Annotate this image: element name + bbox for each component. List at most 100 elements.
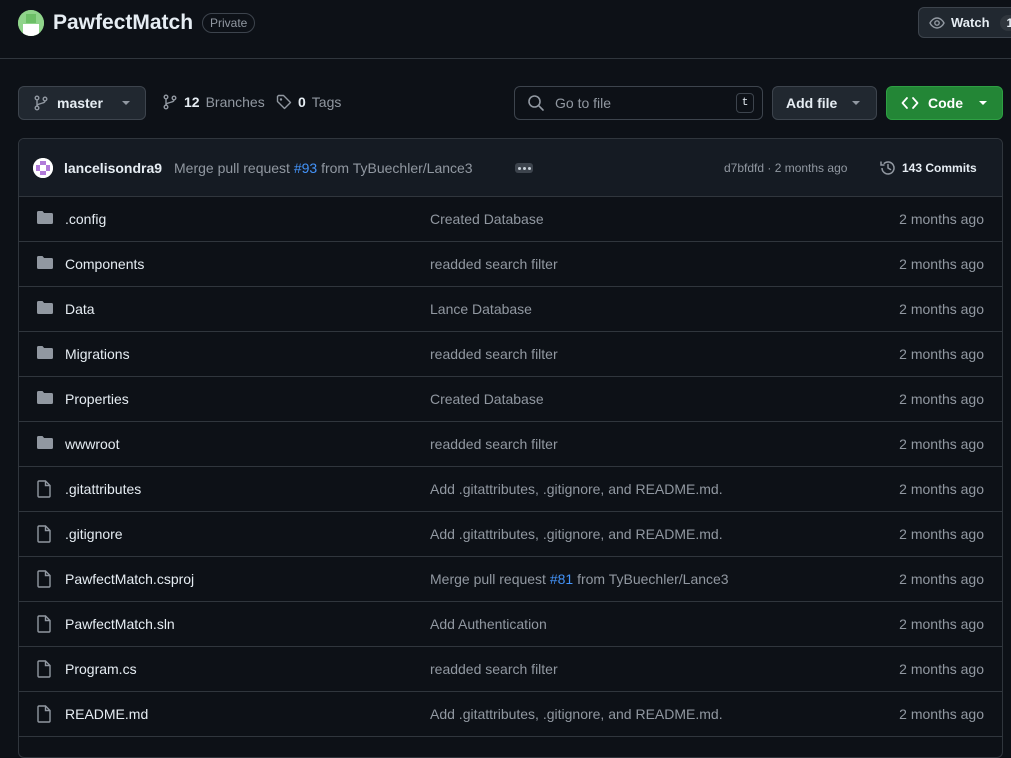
- file-name-link[interactable]: .gitattributes: [65, 481, 141, 497]
- file-name-link[interactable]: PawfectMatch.sln: [65, 616, 175, 632]
- watch-button[interactable]: Watch 1: [918, 7, 1011, 38]
- file-icon: [36, 570, 52, 588]
- chevron-down-icon: [121, 98, 131, 108]
- tag-icon: [276, 94, 292, 110]
- commit-message-suffix: from TyBuechler/Lance3: [321, 160, 473, 176]
- commit-message-text: Add .gitattributes, .gitignore, and READ…: [430, 481, 723, 497]
- file-icon: [36, 525, 52, 543]
- file-name-link[interactable]: Data: [65, 301, 95, 317]
- file-commit-time: 2 months ago: [899, 526, 984, 542]
- file-commit-time: 2 months ago: [899, 616, 984, 632]
- file-name-link[interactable]: .gitignore: [65, 526, 123, 542]
- commits-count-label: 143 Commits: [902, 161, 977, 175]
- commit-message-text: Created Database: [430, 391, 544, 407]
- git-branch-icon: [33, 95, 49, 111]
- folder-icon: [36, 255, 54, 271]
- file-commit-time: 2 months ago: [899, 346, 984, 362]
- go-to-file-search[interactable]: t: [514, 86, 763, 120]
- file-commit-message[interactable]: Created Database: [430, 391, 544, 407]
- git-branch-icon: [162, 94, 178, 110]
- commit-message-text: readded search filter: [430, 436, 558, 452]
- file-row[interactable]: Migrations readded search filter 2 months …: [19, 332, 1002, 377]
- file-commit-message[interactable]: Created Database: [430, 211, 544, 227]
- latest-commit-bar: lancelisondra9 Merge pull request #93 fr…: [19, 139, 1002, 197]
- branches-link[interactable]: 12 Branches: [162, 94, 265, 110]
- repo-name[interactable]: PawfectMatch: [53, 11, 193, 35]
- add-file-button[interactable]: Add file: [772, 86, 877, 120]
- file-commit-message[interactable]: readded search filter: [430, 256, 558, 272]
- keyboard-shortcut-hint: t: [736, 93, 754, 113]
- file-row[interactable]: PawfectMatch.sln Add Authentication 2 mont…: [19, 602, 1002, 647]
- branch-name: master: [57, 95, 103, 111]
- file-commit-message[interactable]: readded search filter: [430, 346, 558, 362]
- file-commit-message[interactable]: Add Authentication: [430, 616, 547, 632]
- file-commit-message[interactable]: Add .gitattributes, .gitignore, and READ…: [430, 481, 723, 497]
- file-name-link[interactable]: Program.cs: [65, 661, 137, 677]
- code-icon: [901, 95, 919, 111]
- visibility-badge: Private: [202, 13, 256, 33]
- file-row[interactable]: PawfectMatch.csproj Merge pull request #8…: [19, 557, 1002, 602]
- file-name-link[interactable]: PawfectMatch.csproj: [65, 571, 194, 587]
- commit-author-avatar[interactable]: [33, 158, 53, 178]
- commit-message[interactable]: Merge pull request #93 from TyBuechler/L…: [174, 160, 473, 176]
- file-row[interactable]: README.md Add .gitattributes, .gitignore,…: [19, 692, 1002, 737]
- watch-count: 1: [999, 14, 1011, 31]
- file-icon: [36, 660, 52, 678]
- commit-message-prefix: Merge pull request: [174, 160, 290, 176]
- commit-message-text: readded search filter: [430, 661, 558, 677]
- file-name-link[interactable]: Migrations: [65, 346, 130, 362]
- code-button[interactable]: Code: [886, 86, 1003, 120]
- file-name-link[interactable]: wwwroot: [65, 436, 119, 452]
- expand-commit-button[interactable]: [515, 163, 533, 173]
- file-commit-time: 2 months ago: [899, 391, 984, 407]
- commits-history-link[interactable]: 143 Commits: [879, 159, 977, 177]
- file-name-link[interactable]: Components: [65, 256, 144, 272]
- code-label: Code: [928, 95, 963, 111]
- file-row[interactable]: .gitattributes Add .gitattributes, .gitig…: [19, 467, 1002, 512]
- commit-hash-time[interactable]: d7bfdfd · 2 months ago: [724, 161, 847, 175]
- folder-icon: [36, 345, 54, 361]
- file-row[interactable]: .gitignore Add .gitattributes, .gitignore…: [19, 512, 1002, 557]
- file-row[interactable]: Properties Created Database 2 months ago: [19, 377, 1002, 422]
- pull-request-link[interactable]: #93: [294, 160, 317, 176]
- file-commit-message[interactable]: Add .gitattributes, .gitignore, and READ…: [430, 526, 723, 542]
- folder-icon: [36, 300, 54, 316]
- file-row[interactable]: Components readded search filter 2 months …: [19, 242, 1002, 287]
- file-row[interactable]: Data Lance Database 2 months ago: [19, 287, 1002, 332]
- tags-label: Tags: [311, 94, 342, 110]
- pull-request-link[interactable]: #81: [550, 571, 573, 587]
- repo-owner-avatar[interactable]: [18, 10, 44, 36]
- file-commit-message[interactable]: readded search filter: [430, 436, 558, 452]
- file-commit-time: 2 months ago: [899, 706, 984, 722]
- folder-icon: [36, 390, 54, 406]
- chevron-down-icon: [851, 98, 861, 108]
- commit-message-text: Add .gitattributes, .gitignore, and READ…: [430, 526, 723, 542]
- commit-message-text: Merge pull request: [430, 571, 546, 587]
- file-name-link[interactable]: README.md: [65, 706, 148, 722]
- history-icon: [879, 159, 897, 177]
- file-commit-message[interactable]: Lance Database: [430, 301, 532, 317]
- commit-message-text: Add Authentication: [430, 616, 547, 632]
- search-input[interactable]: [555, 95, 726, 111]
- file-row[interactable]: .config Created Database 2 months ago: [19, 197, 1002, 242]
- tags-link[interactable]: 0 Tags: [276, 94, 341, 110]
- file-row[interactable]: wwwroot readded search filter 2 months ago: [19, 422, 1002, 467]
- branch-selector-button[interactable]: master: [18, 86, 146, 120]
- file-name-link[interactable]: .config: [65, 211, 106, 227]
- file-name-link[interactable]: Properties: [65, 391, 129, 407]
- eye-icon: [929, 15, 945, 31]
- file-commit-time: 2 months ago: [899, 481, 984, 497]
- folder-icon: [36, 435, 54, 451]
- file-commit-time: 2 months ago: [899, 211, 984, 227]
- file-rows: .config Created Database 2 months ago Compo…: [19, 197, 1002, 737]
- repo-header: PawfectMatch Private Watch 1: [0, 0, 1011, 59]
- file-commit-message[interactable]: readded search filter: [430, 661, 558, 677]
- file-commit-message[interactable]: Add .gitattributes, .gitignore, and READ…: [430, 706, 723, 722]
- commit-author[interactable]: lancelisondra9: [64, 160, 162, 176]
- commit-message-suffix: from TyBuechler/Lance3: [577, 571, 729, 587]
- commit-message-text: Add .gitattributes, .gitignore, and READ…: [430, 706, 723, 722]
- file-row[interactable]: Program.cs readded search filter 2 months …: [19, 647, 1002, 692]
- search-icon: [527, 94, 545, 112]
- file-icon: [36, 480, 52, 498]
- file-commit-message[interactable]: Merge pull request #81 from TyBuechler/L…: [430, 571, 729, 587]
